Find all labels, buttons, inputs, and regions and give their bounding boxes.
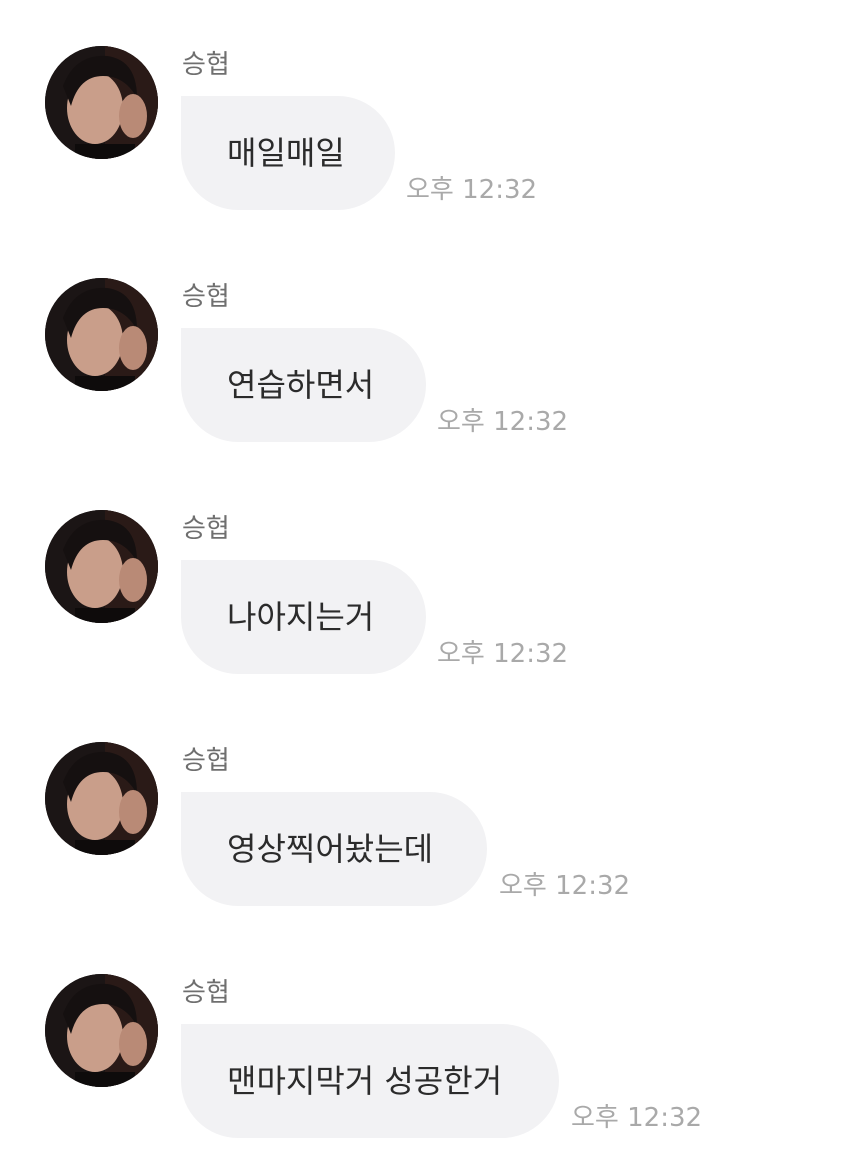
sender-avatar[interactable] bbox=[45, 46, 158, 159]
message-text: 영상찍어놨는데 bbox=[227, 830, 434, 868]
message-text: 매일매일 bbox=[227, 134, 345, 172]
message-bubble[interactable]: 맨마지막거 성공한거 bbox=[181, 1024, 559, 1138]
sender-avatar[interactable] bbox=[45, 278, 158, 391]
sender-avatar[interactable] bbox=[45, 742, 158, 855]
sender-avatar[interactable] bbox=[45, 510, 158, 623]
message-row: 승협 매일매일 오후 12:32 bbox=[0, 0, 849, 232]
avatar-photo bbox=[45, 46, 158, 159]
message-time: 오후 12:32 bbox=[571, 1103, 703, 1133]
message-bubble[interactable]: 연습하면서 bbox=[181, 328, 426, 442]
message-row: 승협 맨마지막거 성공한거 오후 12:32 bbox=[0, 928, 849, 1160]
message-time: 오후 12:32 bbox=[406, 175, 538, 205]
message-row: 승협 나아지는거 오후 12:32 bbox=[0, 464, 849, 696]
message-time: 오후 12:32 bbox=[437, 407, 569, 437]
sender-name: 승협 bbox=[182, 282, 230, 312]
message-row: 승협 영상찍어놨는데 오후 12:32 bbox=[0, 696, 849, 928]
sender-name: 승협 bbox=[182, 978, 230, 1008]
avatar-photo bbox=[45, 974, 158, 1087]
message-text: 연습하면서 bbox=[227, 366, 375, 404]
avatar-photo bbox=[45, 510, 158, 623]
message-bubble[interactable]: 매일매일 bbox=[181, 96, 395, 210]
message-row: 승협 연습하면서 오후 12:32 bbox=[0, 232, 849, 464]
message-time: 오후 12:32 bbox=[499, 871, 631, 901]
avatar-photo bbox=[45, 742, 158, 855]
message-bubble[interactable]: 나아지는거 bbox=[181, 560, 426, 674]
sender-avatar[interactable] bbox=[45, 974, 158, 1087]
message-text: 나아지는거 bbox=[227, 598, 375, 636]
message-time: 오후 12:32 bbox=[437, 639, 569, 669]
message-text: 맨마지막거 성공한거 bbox=[227, 1062, 503, 1100]
sender-name: 승협 bbox=[182, 746, 230, 776]
sender-name: 승협 bbox=[182, 514, 230, 544]
sender-name: 승협 bbox=[182, 50, 230, 80]
avatar-photo bbox=[45, 278, 158, 391]
message-bubble[interactable]: 영상찍어놨는데 bbox=[181, 792, 487, 906]
